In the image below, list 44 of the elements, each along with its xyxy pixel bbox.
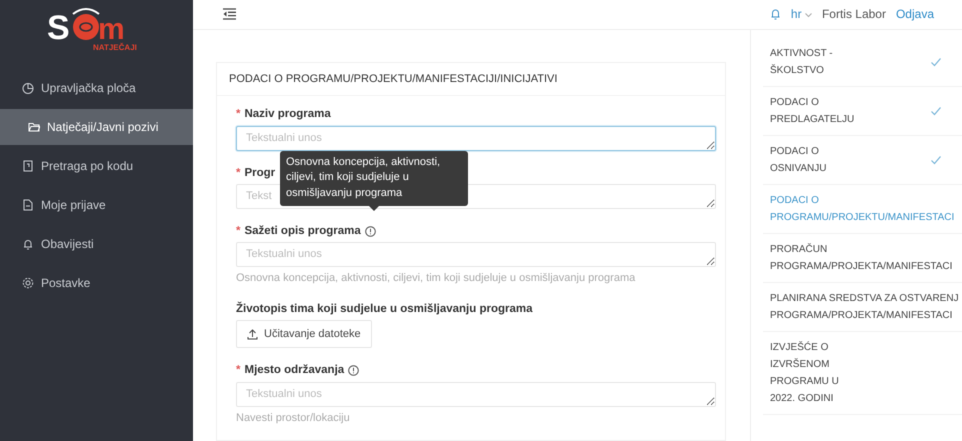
required-asterisk: * bbox=[236, 166, 240, 180]
help-text: Osnovna koncepcija, aktivnosti, ciljevi, tim koji sudjeluje u osmišljavanju programa bbox=[236, 271, 636, 286]
text-input[interactable]: Tekstualni unos bbox=[236, 126, 716, 150]
folder-icon bbox=[28, 121, 40, 133]
collapse-menu-icon[interactable] bbox=[223, 8, 236, 20]
sidebar-item[interactable]: Natječaji/Javni pozivi bbox=[0, 109, 193, 145]
step-item[interactable]: IZVJEŠĆE O IZVRŠENOM PROGRAMU U 2022. GODINI bbox=[763, 332, 962, 415]
language-dropdown[interactable]: hr bbox=[790, 5, 812, 24]
sidebar-item[interactable]: Upravljačka ploča bbox=[0, 70, 193, 106]
required-asterisk: * bbox=[236, 363, 240, 378]
required-asterisk: * bbox=[236, 107, 240, 122]
tooltip-arrow bbox=[369, 206, 379, 212]
gear-icon bbox=[22, 277, 34, 289]
field-label: Životopis tima koji sudjelue u osmišljavanju programa bbox=[236, 300, 533, 316]
sidebar-item[interactable]: Pretraga po kodu bbox=[0, 148, 193, 184]
bell-icon[interactable] bbox=[770, 8, 781, 20]
required-asterisk: * bbox=[236, 224, 240, 239]
user-name: Fortis Labor bbox=[822, 6, 886, 24]
help-text: Navesti prostor/lokaciju bbox=[236, 410, 351, 426]
step-item[interactable]: PRORAČUN PROGRAMA/PROJEKTA/MANIFESTACI bbox=[763, 234, 962, 283]
field-label: Mjesto održavanja bbox=[244, 363, 344, 378]
sidebar-item[interactable]: Postavke bbox=[0, 265, 193, 301]
section-title: PODACI O PROGRAMU/PROJEKTU/MANIFESTACIJI/INICIJATIVI bbox=[217, 62, 725, 96]
step-item[interactable]: PODACI O OSNIVANJU bbox=[763, 136, 962, 185]
sidebar-item[interactable]: Moje prijave bbox=[0, 187, 193, 223]
upload-icon bbox=[247, 328, 258, 340]
field-label: Progr bbox=[244, 166, 276, 180]
info-icon[interactable] bbox=[348, 365, 360, 376]
step-item[interactable]: PLANIRANA SREDSTVA ZA OSTVARENJ PROGRAMA/PROJEKTA/MANIFESTACI bbox=[763, 282, 962, 332]
document-icon bbox=[22, 199, 34, 211]
caret-icon bbox=[804, 12, 812, 18]
pie-chart-icon bbox=[22, 82, 34, 94]
logo-letter: S bbox=[46, 9, 70, 47]
step-item[interactable]: AKTIVNOST - ŠKOLSTVO bbox=[763, 38, 962, 87]
file-icon bbox=[22, 160, 34, 172]
field-label: Sažeti opis programa bbox=[244, 224, 361, 239]
upload-button[interactable]: Učitavanje datoteke bbox=[236, 320, 372, 348]
tooltip: Osnovna koncepcija, aktivnosti, ciljevi, tim koji sudjeluje u osmišljavanju programa bbox=[280, 150, 468, 206]
sidebar-item[interactable]: Obavijesti bbox=[0, 226, 193, 262]
step-item[interactable]: PODACI O PREDLAGATELJU bbox=[763, 86, 962, 136]
info-icon[interactable] bbox=[364, 226, 376, 237]
field-label: Naziv programa bbox=[244, 107, 331, 122]
bell-icon bbox=[22, 238, 34, 250]
logout-link[interactable]: Odjava bbox=[896, 5, 934, 24]
